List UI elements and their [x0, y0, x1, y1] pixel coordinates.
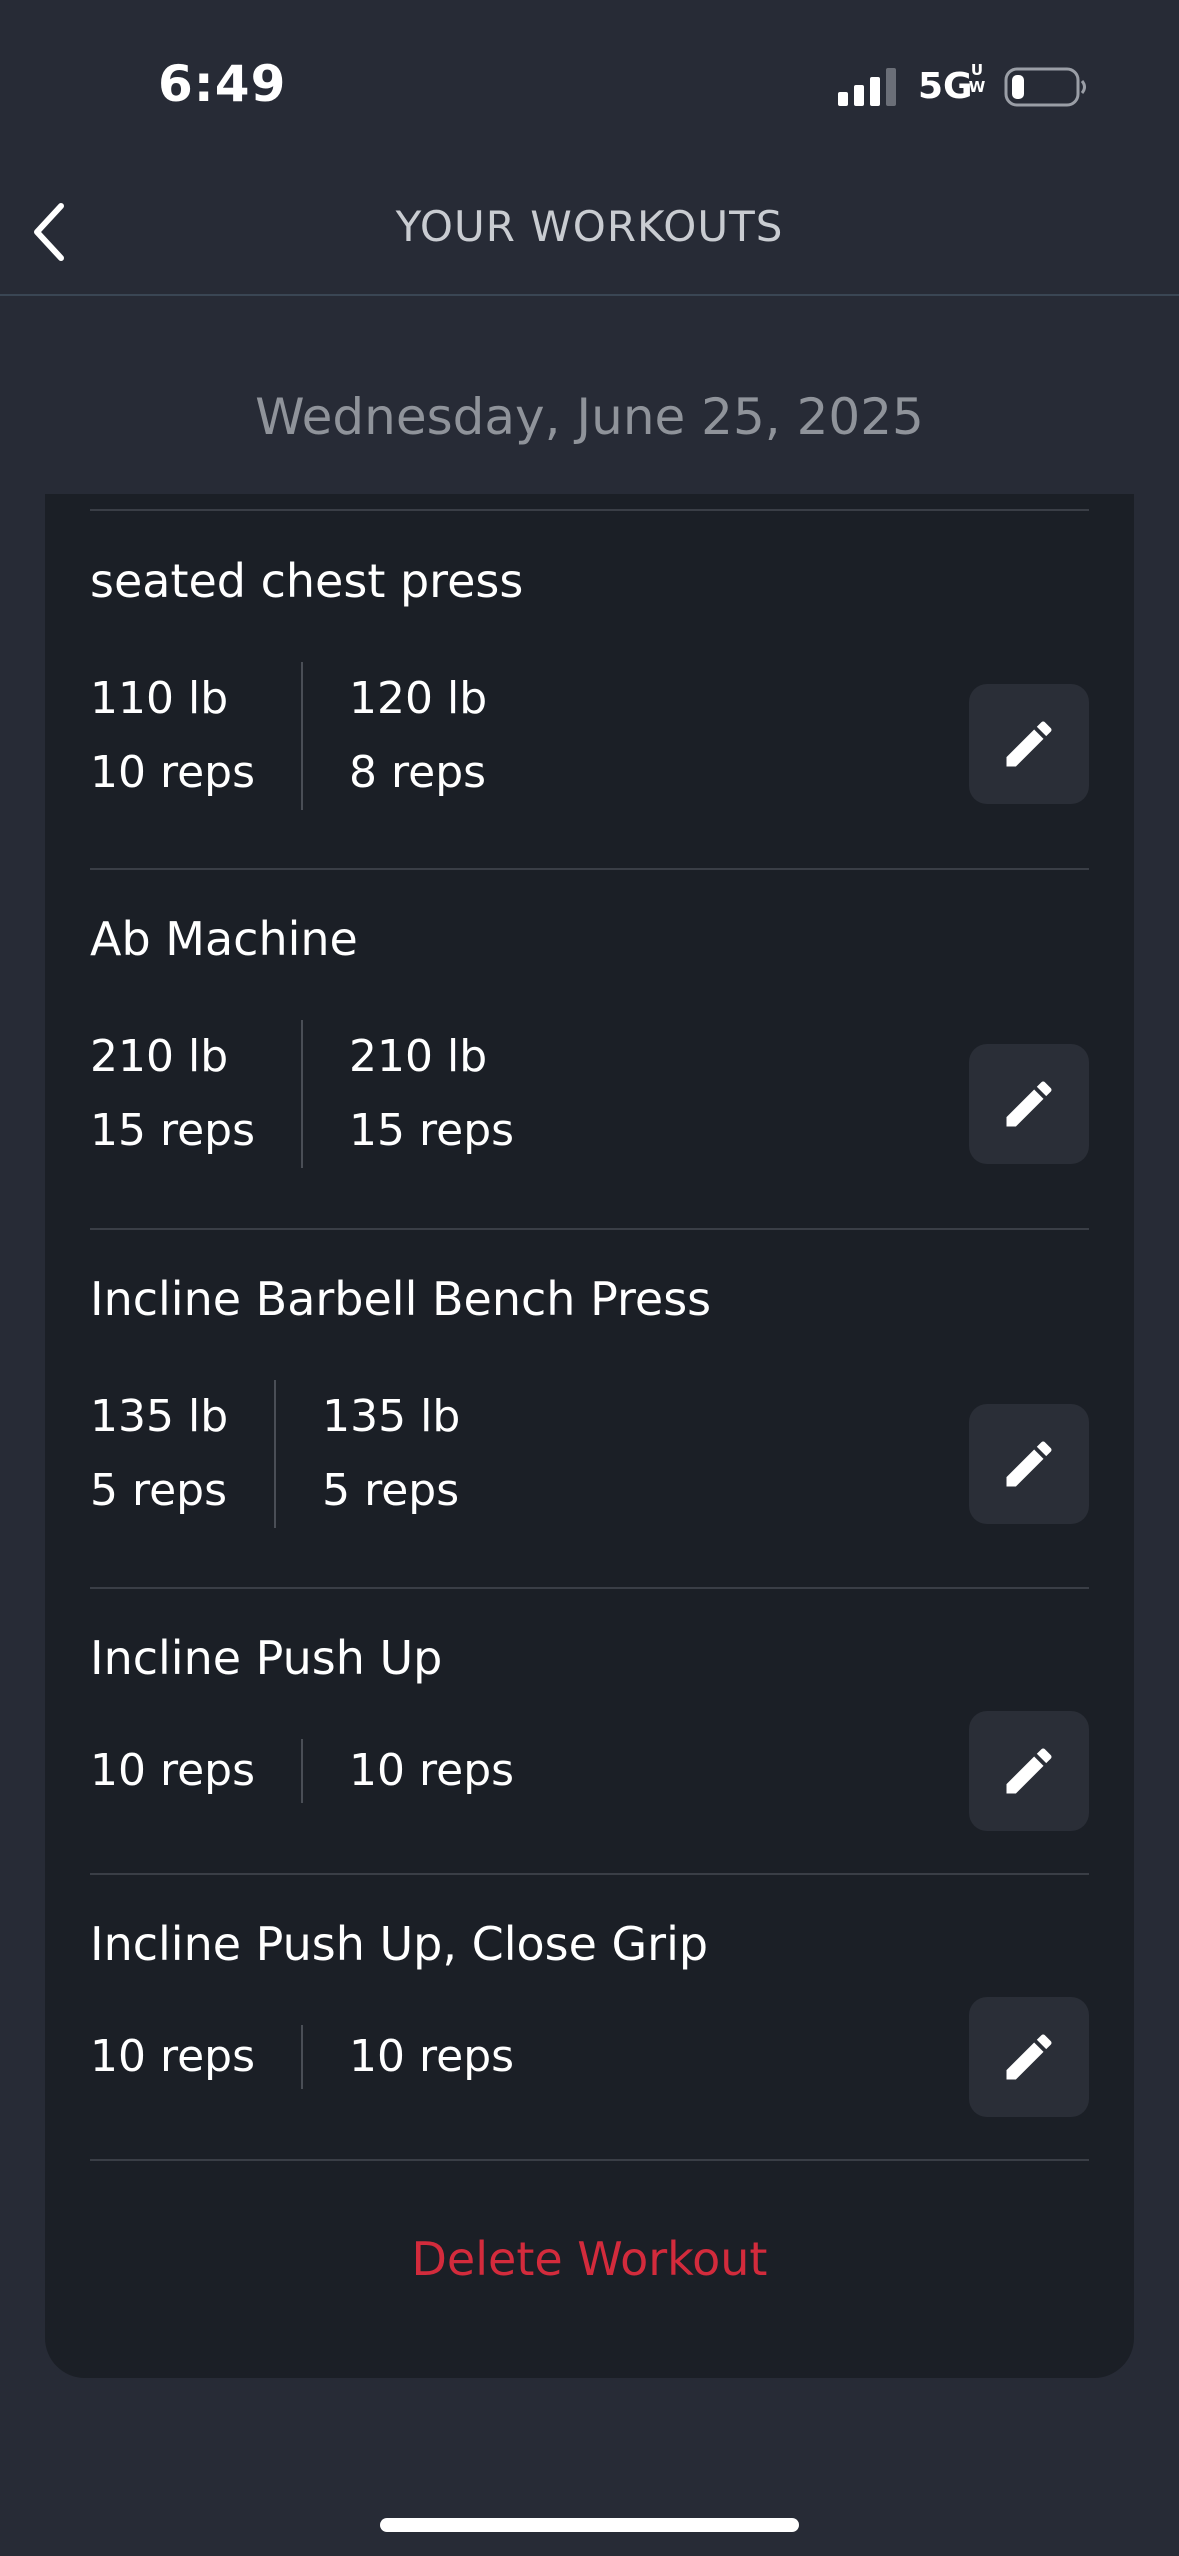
network-subtype: U W: [966, 62, 988, 96]
pencil-icon: [1006, 2034, 1052, 2080]
sets-row: 10 reps 10 reps: [90, 2025, 514, 2089]
home-indicator[interactable]: [380, 2518, 799, 2532]
network-type: 5G: [918, 66, 973, 107]
set-divider: [274, 1380, 277, 1528]
exercise-item: Incline Push Up, Close Grip 10 reps 10 r…: [90, 1917, 1089, 2147]
set-reps: 5 reps: [322, 1465, 460, 1516]
divider: [90, 1228, 1089, 1230]
status-time: 6:49: [158, 55, 287, 113]
divider: [90, 1587, 1089, 1589]
pencil-icon: [1006, 1081, 1052, 1127]
set-reps: 10 reps: [90, 2031, 256, 2082]
sets-row: 210 lb 15 reps 210 lb 15 reps: [90, 1020, 514, 1168]
network-subtype-bottom: W: [968, 78, 986, 96]
set-reps: 10 reps: [90, 1745, 256, 1796]
divider: [90, 2159, 1089, 2161]
edit-exercise-button[interactable]: [969, 1044, 1089, 1164]
edit-exercise-button[interactable]: [969, 1404, 1089, 1524]
nav-header: YOUR WORKOUTS: [0, 170, 1179, 296]
workout-date: Wednesday, June 25, 2025: [255, 388, 924, 446]
exercise-name: Ab Machine: [90, 912, 358, 966]
edit-exercise-button[interactable]: [969, 684, 1089, 804]
pencil-icon: [1006, 721, 1052, 767]
pencil-icon: [1006, 1441, 1052, 1487]
set-weight: 135 lb: [322, 1391, 461, 1442]
set-item: 110 lb 10 reps: [90, 662, 255, 810]
exercise-item: Incline Barbell Bench Press 135 lb 5 rep…: [90, 1272, 1089, 1572]
exercise-item: seated chest press 110 lb 10 reps 120 lb…: [90, 554, 1089, 854]
set-reps: 10 reps: [90, 747, 256, 798]
pencil-icon: [1006, 1748, 1052, 1794]
set-reps: 10 reps: [349, 1745, 515, 1796]
set-item: 10 reps: [349, 2025, 514, 2089]
set-weight: 110 lb: [90, 673, 229, 724]
status-bar: 6:49 5G U W: [0, 0, 1179, 170]
network-subtype-top: U: [970, 61, 984, 79]
set-weight: 210 lb: [90, 1031, 229, 1082]
set-divider: [301, 662, 304, 810]
set-item: 210 lb 15 reps: [90, 1020, 255, 1168]
exercise-name: seated chest press: [90, 554, 524, 608]
set-item: 120 lb 8 reps: [349, 662, 487, 810]
set-item: 10 reps: [90, 1739, 255, 1803]
set-divider: [301, 1739, 304, 1803]
edit-exercise-button[interactable]: [969, 1997, 1089, 2117]
page-title: YOUR WORKOUTS: [395, 202, 784, 251]
battery-low-icon: [1004, 67, 1086, 107]
divider: [90, 509, 1089, 511]
set-reps: 5 reps: [90, 1465, 228, 1516]
exercise-name: Incline Push Up: [90, 1631, 443, 1685]
set-reps: 8 reps: [349, 747, 487, 798]
edit-exercise-button[interactable]: [969, 1711, 1089, 1831]
set-weight: 120 lb: [349, 673, 488, 724]
exercise-name: Incline Barbell Bench Press: [90, 1272, 712, 1326]
set-item: 135 lb 5 reps: [90, 1380, 228, 1528]
set-reps: 15 reps: [349, 1105, 515, 1156]
set-item: 10 reps: [90, 2025, 255, 2089]
set-item: 210 lb 15 reps: [349, 1020, 514, 1168]
divider: [90, 868, 1089, 870]
set-divider: [301, 1020, 304, 1168]
set-divider: [301, 2025, 304, 2089]
workout-detail-screen: 6:49 5G U W YOUR WORKOUTS Wednesday, Jun…: [0, 0, 1179, 2556]
sets-row: 10 reps 10 reps: [90, 1739, 514, 1803]
sets-row: 135 lb 5 reps 135 lb 5 reps: [90, 1380, 460, 1528]
set-reps: 15 reps: [90, 1105, 256, 1156]
set-item: 10 reps: [349, 1739, 514, 1803]
set-weight: 135 lb: [90, 1391, 229, 1442]
divider: [90, 1873, 1089, 1875]
sets-row: 110 lb 10 reps 120 lb 8 reps: [90, 662, 487, 810]
signal-bars-icon: [838, 68, 896, 106]
exercise-item: Incline Push Up 10 reps 10 reps: [90, 1631, 1089, 1861]
delete-workout-button[interactable]: Delete Workout: [45, 2232, 1134, 2286]
exercise-item: Ab Machine 210 lb 15 reps 210 lb 15 reps: [90, 912, 1089, 1212]
exercise-name: Incline Push Up, Close Grip: [90, 1917, 709, 1971]
set-item: 135 lb 5 reps: [322, 1380, 460, 1528]
workout-card: seated chest press 110 lb 10 reps 120 lb…: [45, 494, 1134, 2378]
set-reps: 10 reps: [349, 2031, 515, 2082]
set-weight: 210 lb: [349, 1031, 488, 1082]
